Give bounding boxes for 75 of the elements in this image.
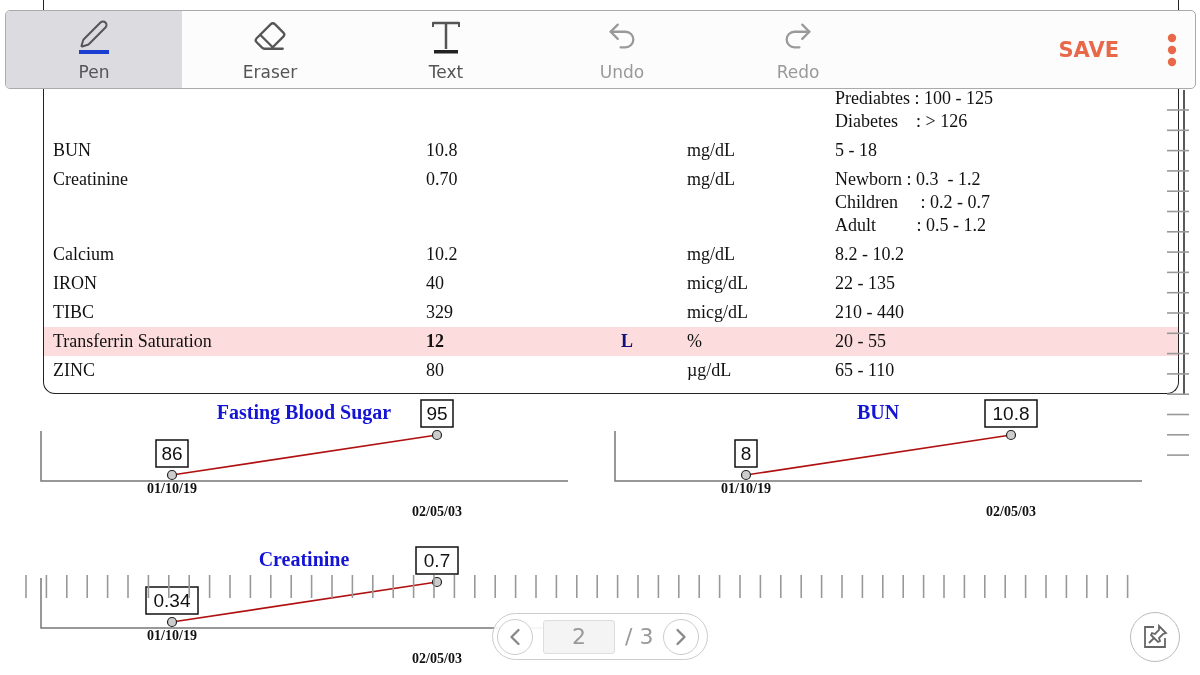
- table-cell: Transferrin Saturation: [53, 330, 212, 353]
- annotate-button[interactable]: [1130, 612, 1180, 662]
- date-label: 01/10/19: [147, 481, 197, 496]
- table-cell: Diabetes : > 126: [835, 110, 968, 133]
- data-label: 95: [426, 403, 448, 424]
- table-cell: IRON: [53, 272, 97, 295]
- value-label: 95: [420, 399, 454, 428]
- table-cell: Calcium: [53, 243, 114, 266]
- value-label: 86: [155, 439, 189, 468]
- date-label: 02/05/03: [986, 504, 1036, 519]
- more-menu-button[interactable]: [1167, 32, 1177, 67]
- table-cell: mg/dL: [687, 243, 735, 266]
- data-point: [166, 616, 178, 628]
- table-cell: 10.2: [426, 243, 458, 266]
- date-label: 02/05/03: [412, 651, 462, 666]
- table-cell: %: [687, 330, 702, 353]
- data-label: 10.8: [992, 403, 1030, 424]
- square-pin-icon: [1141, 623, 1169, 651]
- pen-tool-button[interactable]: Pen: [6, 11, 182, 88]
- table-cell: 20 - 55: [835, 330, 886, 353]
- chart-title: BUN: [856, 400, 900, 424]
- table-cell: Prediabtes : 100 - 125: [835, 87, 993, 110]
- table-cell-text: Creatinine: [53, 168, 128, 191]
- page-number-field[interactable]: 2: [543, 619, 615, 654]
- table-cell: µg/dL: [687, 359, 732, 382]
- table-cell-text: mg/dL: [687, 168, 735, 191]
- table-cell: Newborn : 0.3 - 1.2: [835, 168, 981, 191]
- table-cell: 210 - 440: [835, 301, 904, 324]
- date-label: 02/05/03: [412, 504, 462, 519]
- data-label: 0.7: [423, 550, 451, 571]
- data-point: [1005, 429, 1017, 441]
- data-point: [431, 429, 443, 441]
- date-label: 01/10/19: [721, 481, 771, 496]
- table-cell: micg/dL: [687, 301, 748, 324]
- table-cell: TIBC: [53, 301, 94, 324]
- text-tool-button[interactable]: Text: [358, 11, 534, 88]
- value-label: 10.8: [984, 399, 1038, 428]
- data-point: [166, 469, 178, 481]
- chart-title: Fasting Blood Sugar: [216, 400, 392, 424]
- table-cell: mg/dL: [687, 139, 735, 162]
- menu-icon: [1167, 32, 1177, 67]
- risk-label: L: [621, 330, 633, 353]
- save-button[interactable]: SAVE: [1044, 37, 1133, 62]
- table-cell: 65 - 110: [835, 359, 895, 382]
- data-label: 86: [161, 443, 183, 464]
- data-point: [740, 469, 752, 481]
- table-cell: micg/dL: [687, 272, 748, 295]
- table-cell-text: 0.70: [426, 168, 458, 191]
- text-icon: [430, 19, 462, 55]
- data-label: 8: [740, 443, 752, 464]
- data-label: 0.34: [153, 590, 191, 611]
- table-cell: 80: [426, 359, 444, 382]
- eraser-tool-button[interactable]: Eraser: [182, 11, 358, 88]
- table-cell: 40: [426, 272, 444, 295]
- table-cell: BUN: [53, 139, 91, 162]
- page-total: / 3: [625, 624, 654, 649]
- chart-title: Creatinine: [258, 547, 350, 571]
- value-label: 0.34: [145, 586, 199, 615]
- table-cell: 5 - 18: [835, 139, 877, 162]
- pen-icon: [79, 19, 109, 54]
- table-cell: 10.8: [426, 139, 458, 162]
- table-cell: Children : 0.2 - 0.7: [835, 191, 990, 214]
- value-label: 0.7: [415, 546, 459, 575]
- table-cell: ZINC: [53, 359, 95, 382]
- date-label: 01/10/19: [147, 628, 197, 643]
- table-cell: 8.2 - 10.2: [835, 243, 904, 266]
- previous-page-button[interactable]: [497, 618, 533, 655]
- eraser-icon: [253, 19, 287, 53]
- table-cell: 329: [426, 301, 453, 324]
- value-label: 8: [734, 439, 758, 468]
- next-page-button[interactable]: [663, 618, 700, 655]
- data-point: [431, 576, 443, 588]
- table-cell: Adult : 0.5 - 1.2: [835, 214, 986, 237]
- table-cell: 22 - 135: [835, 272, 895, 295]
- table-cell: 12: [426, 330, 444, 353]
